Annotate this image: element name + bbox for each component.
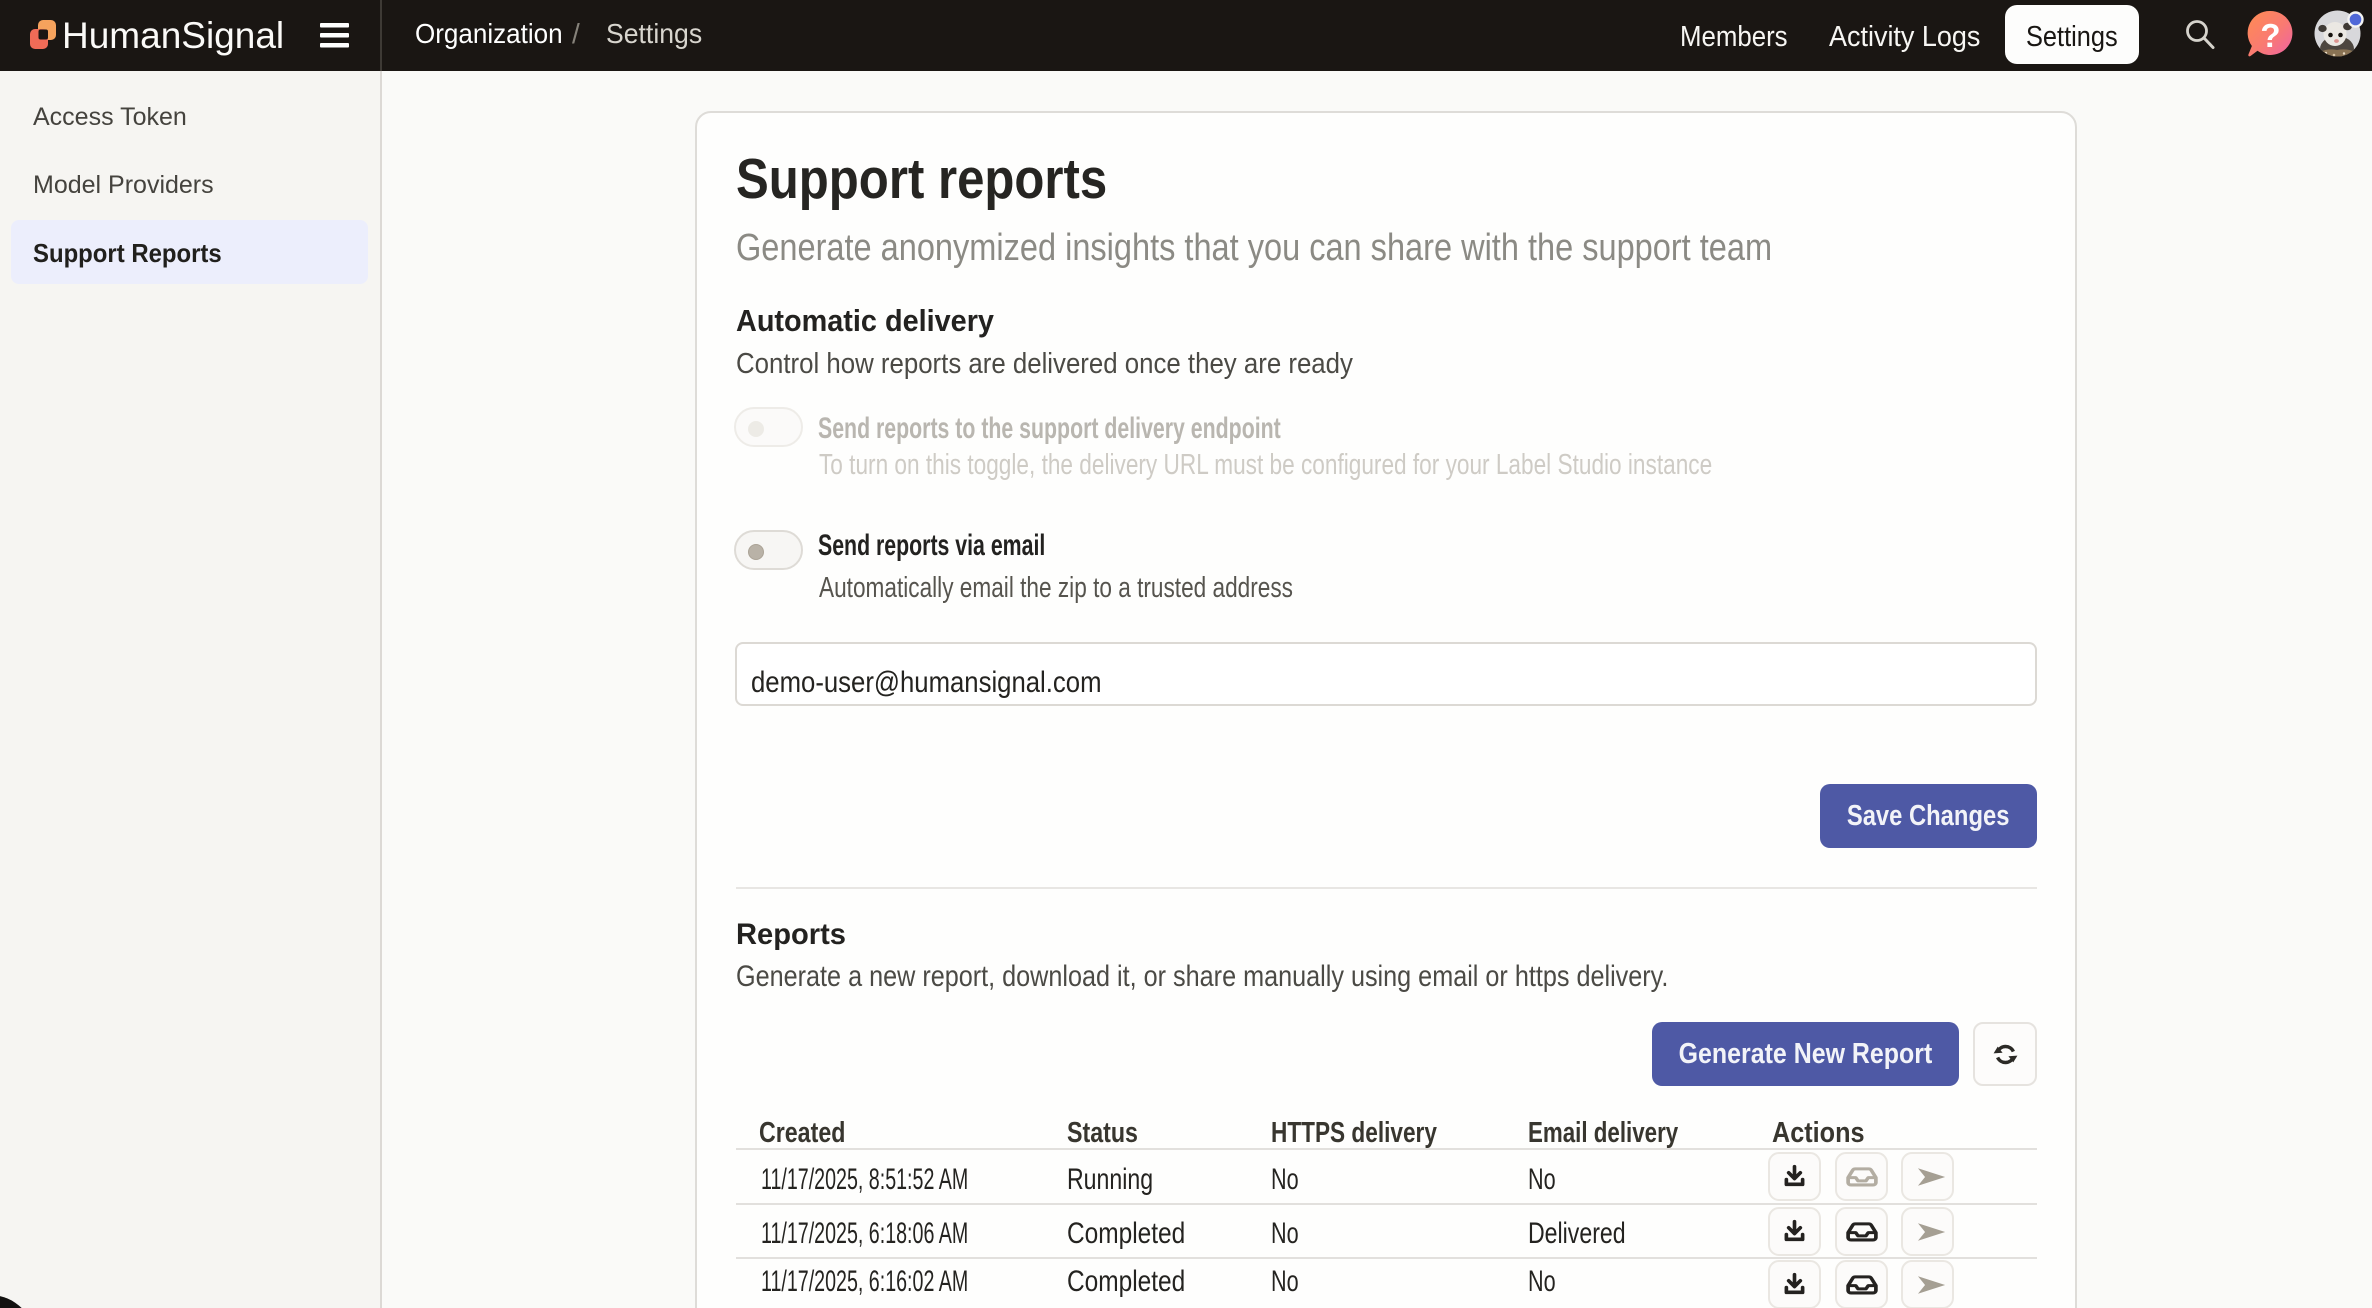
svg-text:?: ? (2260, 17, 2280, 54)
